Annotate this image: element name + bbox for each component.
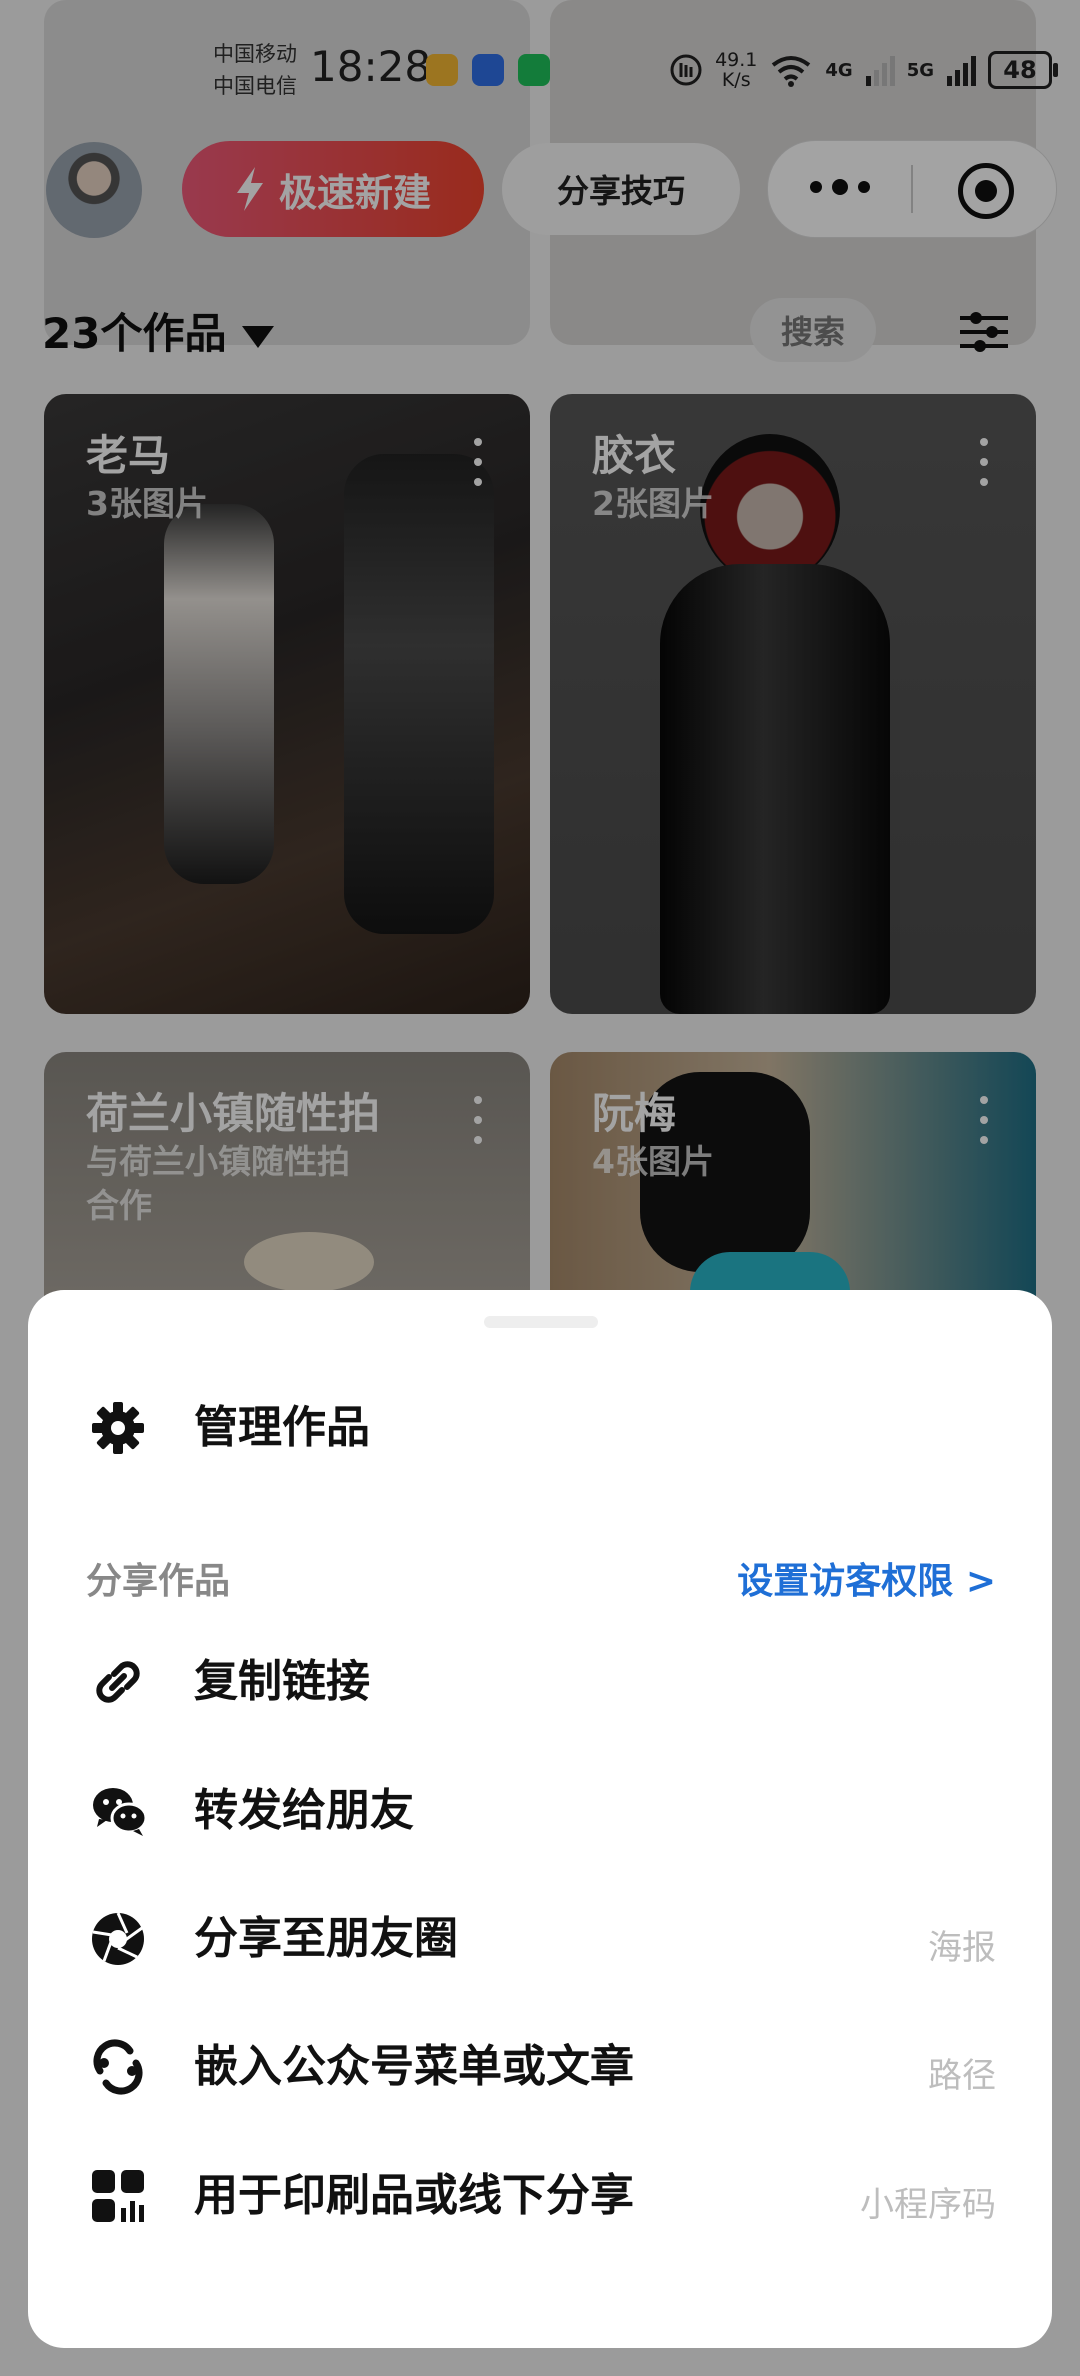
page: 中国移动 中国电信 18:28 49.1 K/s 4G 5G 48 极速新建 分…: [0, 0, 1080, 2376]
official-account-icon: [93, 2039, 143, 2095]
print-offline-share-hint: 小程序码: [860, 2185, 996, 2225]
share-moments-item[interactable]: 分享至朋友圈 海报: [28, 1884, 1052, 1994]
gear-icon: [92, 1402, 144, 1454]
copy-link-item[interactable]: 复制链接: [28, 1627, 1052, 1737]
manage-works-item[interactable]: 管理作品: [28, 1373, 1052, 1483]
forward-friend-item[interactable]: 转发给朋友: [28, 1756, 1052, 1866]
qrcode-icon: [92, 2170, 144, 2222]
manage-works-label: 管理作品: [194, 1402, 370, 1453]
wechat-icon: [93, 1788, 148, 1836]
embed-official-account-item[interactable]: 嵌入公众号菜单或文章 路径: [28, 2012, 1052, 2122]
moments-icon: [92, 1912, 144, 1965]
sheet-drag-handle[interactable]: [484, 1316, 598, 1328]
embed-official-account-label: 嵌入公众号菜单或文章: [194, 2041, 634, 2092]
visitor-permission-link[interactable]: 设置访客权限 >: [737, 1552, 996, 1604]
share-section-title: 分享作品: [86, 1561, 231, 1602]
print-offline-share-item[interactable]: 用于印刷品或线下分享 小程序码: [28, 2141, 1052, 2251]
print-offline-share-label: 用于印刷品或线下分享: [194, 2170, 634, 2221]
forward-friend-label: 转发给朋友: [194, 1785, 414, 1836]
share-moments-label: 分享至朋友圈: [194, 1913, 458, 1964]
copy-link-label: 复制链接: [194, 1656, 370, 1707]
share-action-sheet: 管理作品 分享作品 设置访客权限 > 复制链接 转发给朋友 分享至朋友圈 海报 …: [28, 1290, 1052, 2348]
embed-official-account-hint: 路径: [928, 2056, 996, 2096]
share-moments-hint: 海报: [928, 1928, 996, 1968]
link-icon: [96, 1661, 140, 1703]
